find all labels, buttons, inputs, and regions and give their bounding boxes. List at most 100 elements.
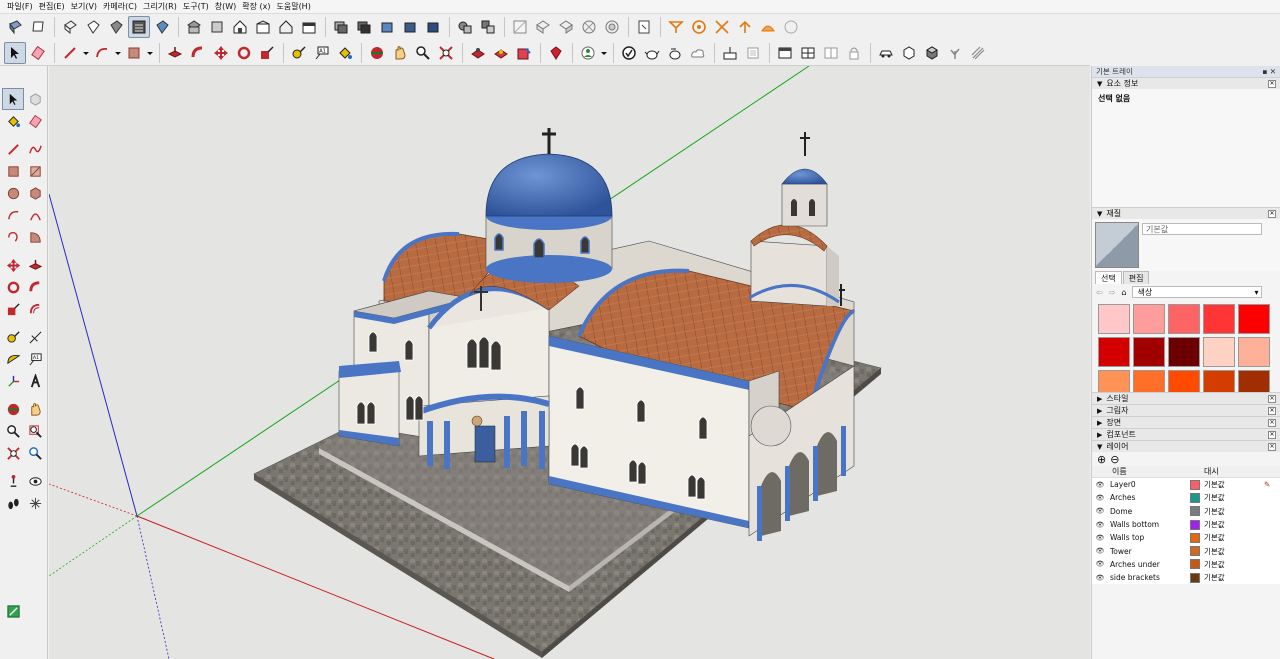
layer-color-swatch[interactable] <box>1190 492 1200 503</box>
cube-solid-icon[interactable] <box>921 42 943 64</box>
front-view-icon[interactable] <box>376 16 398 38</box>
close-icon[interactable]: ✕ <box>1268 407 1276 415</box>
layer-row[interactable]: 👁 Arches 기본값 <box>1092 491 1280 505</box>
layer-color-swatch[interactable] <box>1190 559 1200 570</box>
share-component-icon[interactable] <box>513 42 535 64</box>
dropdown-caret-icon[interactable] <box>114 42 122 64</box>
drape-icon[interactable] <box>633 16 655 38</box>
scale-tool-icon[interactable] <box>2 298 24 320</box>
menu-extensions[interactable]: 확장 (x) <box>239 1 273 12</box>
window-split-icon[interactable] <box>820 42 842 64</box>
hidden-line-icon[interactable] <box>105 16 127 38</box>
arc-tool-icon[interactable] <box>2 204 24 226</box>
layer-dash-style[interactable]: 기본값 <box>1204 519 1264 530</box>
visibility-eye-icon[interactable]: 👁 <box>1092 534 1108 542</box>
menu-view[interactable]: 보기(V) <box>68 1 100 12</box>
shaded-icon[interactable] <box>128 16 150 38</box>
color-swatch[interactable] <box>1098 304 1130 334</box>
push-pull-icon[interactable] <box>164 42 186 64</box>
collapse-caret-icon[interactable]: ▼ <box>1097 443 1102 451</box>
pan-icon[interactable] <box>24 398 46 420</box>
select-tool-icon[interactable] <box>2 88 24 110</box>
visibility-eye-icon[interactable]: 👁 <box>1092 494 1108 502</box>
layer-color-swatch[interactable] <box>1190 532 1200 543</box>
stamp-icon[interactable] <box>601 16 623 38</box>
rectangle-tool-icon[interactable] <box>2 160 24 182</box>
orbit-icon[interactable] <box>366 42 388 64</box>
collapsed-panel-header[interactable]: ▶ 장면 ✕ <box>1092 416 1280 428</box>
move-tool-icon[interactable] <box>210 42 232 64</box>
protractor-icon[interactable] <box>2 348 24 370</box>
dropdown-caret-icon[interactable] <box>146 42 154 64</box>
line-tool-icon[interactable] <box>2 138 24 160</box>
scatter-icon[interactable] <box>967 42 989 64</box>
warehouse-icon[interactable] <box>183 16 205 38</box>
xray-icon[interactable] <box>59 16 81 38</box>
house-cut-icon[interactable] <box>298 16 320 38</box>
menu-draw[interactable]: 그리기(R) <box>140 1 180 12</box>
house-outline-icon[interactable] <box>275 16 297 38</box>
layer-dash-style[interactable]: 기본값 <box>1204 546 1264 557</box>
collapse-caret-icon[interactable]: ▼ <box>1097 80 1102 88</box>
color-swatch[interactable] <box>1098 370 1130 392</box>
section-cap-icon[interactable] <box>757 16 779 38</box>
remove-layer-icon[interactable]: ⊖ <box>1110 453 1119 466</box>
menu-edit[interactable]: 편집(E) <box>36 1 68 12</box>
color-swatch[interactable] <box>1168 337 1200 367</box>
expand-caret-icon[interactable]: ▶ <box>1097 395 1102 403</box>
layer-dash-style[interactable]: 기본값 <box>1204 492 1264 503</box>
left-view-icon[interactable] <box>422 16 444 38</box>
solid-union-icon[interactable] <box>454 16 476 38</box>
layer-color-swatch[interactable] <box>1190 479 1200 490</box>
layer-color-swatch[interactable] <box>1190 572 1200 583</box>
color-swatch[interactable] <box>1133 304 1165 334</box>
tab-select[interactable]: 선택 <box>1095 271 1122 284</box>
paint-bucket-icon[interactable] <box>2 110 24 132</box>
teapot-icon[interactable] <box>641 42 663 64</box>
look-around-icon[interactable] <box>24 470 46 492</box>
lock-icon[interactable] <box>843 42 865 64</box>
wireframe-icon[interactable] <box>82 16 104 38</box>
dropdown-caret-icon[interactable] <box>82 42 90 64</box>
warehouse-get-icon[interactable] <box>467 42 489 64</box>
color-swatch[interactable] <box>1168 370 1200 392</box>
smoove-icon[interactable] <box>578 16 600 38</box>
walk-icon[interactable] <box>2 492 24 514</box>
shaded-textures-icon[interactable] <box>151 16 173 38</box>
zoom-extents-icon[interactable] <box>2 442 24 464</box>
scene-canvas[interactable] <box>49 66 1090 659</box>
offset-tool-icon[interactable] <box>24 298 46 320</box>
material-swatch[interactable] <box>1095 222 1139 268</box>
text-tool-icon[interactable]: A1 <box>311 42 333 64</box>
layer-row[interactable]: 👁 Arches under 기본값 <box>1092 557 1280 572</box>
zoom-window-icon[interactable] <box>24 420 46 442</box>
push-pull-icon[interactable] <box>24 254 46 276</box>
window-icon[interactable] <box>774 42 796 64</box>
collapsed-panel-header[interactable]: ▶ 스타일 ✕ <box>1092 392 1280 404</box>
close-icon[interactable]: ✕ <box>1268 443 1276 451</box>
previous-view-icon[interactable] <box>330 16 352 38</box>
visibility-eye-icon[interactable]: 👁 <box>1092 574 1108 582</box>
menu-window[interactable]: 창(W) <box>212 1 240 12</box>
color-swatch[interactable] <box>1098 337 1130 367</box>
menu-help[interactable]: 도움말(H) <box>273 1 313 12</box>
expand-caret-icon[interactable]: ▶ <box>1097 419 1102 427</box>
3d-text-icon[interactable] <box>24 370 46 392</box>
layer-color-swatch[interactable] <box>1190 519 1200 530</box>
color-swatch[interactable] <box>1168 304 1200 334</box>
dimension-tool-icon[interactable] <box>24 326 46 348</box>
previous-zoom-icon[interactable] <box>24 442 46 464</box>
color-swatch[interactable] <box>1133 370 1165 392</box>
layer-row[interactable]: 👁 Walls top 기본값 <box>1092 531 1280 545</box>
top-view-icon[interactable] <box>27 16 49 38</box>
axes-tool-icon[interactable] <box>2 370 24 392</box>
line-tool-icon[interactable] <box>59 42 81 64</box>
home-icon[interactable]: ⌂ <box>1121 288 1126 297</box>
close-icon[interactable]: ✕ <box>1268 431 1276 439</box>
orbit-icon[interactable] <box>2 398 24 420</box>
style-builder-icon[interactable] <box>742 42 764 64</box>
dropdown-caret-icon[interactable] <box>600 42 608 64</box>
layer-dash-style[interactable]: 기본값 <box>1204 479 1264 490</box>
warehouse-share-icon[interactable] <box>490 42 512 64</box>
tab-edit[interactable]: 편집 <box>1122 271 1150 284</box>
